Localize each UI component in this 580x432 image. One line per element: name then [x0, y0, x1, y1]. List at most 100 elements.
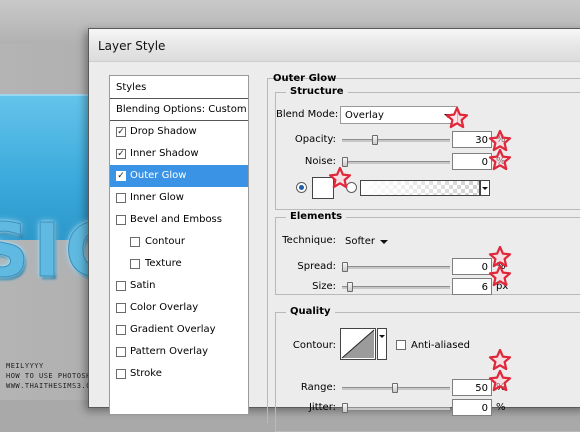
satin-checkbox[interactable] — [116, 281, 126, 291]
range-input[interactable]: 50 — [452, 379, 492, 396]
inner-shadow-checkbox[interactable]: ✓ — [116, 149, 126, 159]
technique-row: Technique: Softer — [276, 232, 580, 252]
opacity-slider[interactable] — [342, 135, 450, 145]
star-marker-icon — [488, 369, 512, 393]
jitter-slider-thumb[interactable] — [342, 403, 348, 413]
watermark: MEILYYYY HOW TO USE PHOTOSHOP WWW.THAITH… — [6, 361, 100, 391]
style-item-stroke[interactable]: Stroke — [110, 363, 248, 385]
quality-title: Quality — [286, 306, 335, 317]
size-input[interactable]: 6 — [452, 278, 492, 295]
drop-shadow-checkbox[interactable]: ✓ — [116, 127, 126, 137]
noise-label: Noise: — [304, 156, 336, 167]
watermark-line-2: HOW TO USE PHOTOSHOP — [6, 372, 101, 380]
style-item-color-overlay[interactable]: Color Overlay — [110, 297, 248, 319]
contour-label: Contour: — [292, 340, 336, 351]
range-slider[interactable] — [342, 383, 450, 393]
contour-preview[interactable] — [340, 328, 376, 360]
technique-label: Technique: — [282, 235, 336, 246]
size-label: Size: — [312, 281, 336, 292]
structure-title: Structure — [286, 86, 348, 97]
noise-row: Noise: 0 % — [276, 153, 580, 173]
blend-mode-row: Blend Mode: Overlay — [276, 106, 580, 126]
range-row: Range: 50 % — [276, 379, 580, 399]
opacity-label: Opacity: — [294, 134, 336, 145]
quality-group: Quality Contour: Anti-aliased Range: 50 … — [275, 306, 580, 432]
elements-title: Elements — [286, 211, 347, 222]
blend-mode-label: Blend Mode: — [276, 109, 339, 120]
style-item-contour[interactable]: Contour — [110, 231, 248, 253]
styles-list: Styles Blending Options: Custom ✓ Drop S… — [109, 75, 249, 415]
stroke-checkbox[interactable] — [116, 369, 126, 379]
outer-glow-checkbox[interactable]: ✓ — [116, 171, 126, 181]
size-slider-thumb[interactable] — [347, 282, 353, 292]
blue-text-layer: SIG — [0, 94, 126, 289]
style-item-label: Satin — [130, 280, 156, 291]
blending-options-item[interactable]: Blending Options: Custom — [110, 99, 248, 121]
star-marker-icon — [488, 264, 512, 288]
range-slider-thumb[interactable] — [392, 383, 398, 393]
spread-slider[interactable] — [342, 262, 450, 272]
style-item-gradient-overlay[interactable]: Gradient Overlay — [110, 319, 248, 341]
spread-input[interactable]: 0 — [452, 258, 492, 275]
style-item-label: Inner Shadow — [130, 148, 199, 159]
glow-gradient-picker[interactable] — [360, 180, 480, 196]
style-item-pattern-overlay[interactable]: Pattern Overlay — [110, 341, 248, 363]
texture-checkbox[interactable] — [130, 259, 140, 269]
chevron-down-icon — [380, 240, 388, 244]
star-marker-icon — [328, 166, 352, 190]
jitter-row: Jitter: 0 % — [276, 399, 580, 419]
watermark-line-1: MEILYYYY — [6, 362, 44, 370]
style-item-outer-glow[interactable]: ✓ Outer Glow — [110, 165, 248, 187]
pattern-overlay-checkbox[interactable] — [116, 347, 126, 357]
spread-label: Spread: — [297, 261, 336, 272]
color-overlay-checkbox[interactable] — [116, 303, 126, 313]
style-item-label: Outer Glow — [130, 170, 187, 181]
contour-curve-icon — [341, 329, 375, 359]
opacity-slider-thumb[interactable] — [372, 135, 378, 145]
style-item-drop-shadow[interactable]: ✓ Drop Shadow — [110, 121, 248, 143]
blend-mode-value: Overlay — [345, 110, 384, 121]
star-marker-icon — [488, 148, 512, 172]
style-item-bevel-emboss[interactable]: Bevel and Emboss — [110, 209, 248, 231]
style-item-label: Drop Shadow — [130, 126, 197, 137]
size-row: Size: 6 px — [276, 278, 580, 298]
technique-select[interactable]: Softer — [340, 232, 394, 250]
gradient-dropdown-button[interactable] — [480, 180, 490, 196]
anti-aliased-label: Anti-aliased — [411, 340, 471, 351]
opacity-row: Opacity: 30 % — [276, 131, 580, 151]
opacity-input[interactable]: 30 — [452, 131, 492, 148]
contour-dropdown-button[interactable] — [377, 328, 387, 360]
glow-color-row — [276, 177, 580, 203]
style-item-label: Stroke — [130, 368, 162, 379]
style-item-satin[interactable]: Satin — [110, 275, 248, 297]
bevel-emboss-checkbox[interactable] — [116, 215, 126, 225]
technique-value: Softer — [345, 236, 375, 247]
jitter-input[interactable]: 0 — [452, 399, 492, 416]
elements-group: Elements Technique: Softer Spread: 0 % S… — [275, 211, 580, 298]
outer-glow-panel: Outer Glow Structure Blend Mode: Overlay… — [263, 67, 580, 432]
spread-slider-thumb[interactable] — [342, 262, 348, 272]
anti-aliased-checkbox[interactable] — [396, 340, 406, 350]
jitter-slider[interactable] — [342, 403, 450, 413]
styles-header[interactable]: Styles — [110, 76, 248, 99]
gradient-overlay-checkbox[interactable] — [116, 325, 126, 335]
style-item-inner-shadow[interactable]: ✓ Inner Shadow — [110, 143, 248, 165]
style-item-inner-glow[interactable]: Inner Glow — [110, 187, 248, 209]
size-slider[interactable] — [342, 282, 450, 292]
watermark-line-3: WWW.THAITHESIMS3.COM — [6, 382, 101, 390]
jitter-label: Jitter: — [308, 402, 336, 413]
style-item-label: Contour — [145, 236, 185, 247]
style-item-texture[interactable]: Texture — [110, 253, 248, 275]
noise-slider[interactable] — [342, 157, 450, 167]
noise-input[interactable]: 0 — [452, 153, 492, 170]
inner-glow-checkbox[interactable] — [116, 193, 126, 203]
contour-row: Contour: Anti-aliased — [276, 328, 580, 364]
style-item-label: Inner Glow — [130, 192, 184, 203]
style-item-label: Color Overlay — [130, 302, 199, 313]
blend-mode-select[interactable]: Overlay — [340, 106, 458, 124]
contour-checkbox[interactable] — [130, 237, 140, 247]
solid-color-radio[interactable] — [296, 182, 307, 193]
style-item-label: Gradient Overlay — [130, 324, 216, 335]
style-item-label: Texture — [145, 258, 182, 269]
dialog-title[interactable]: Layer Style — [89, 29, 580, 62]
